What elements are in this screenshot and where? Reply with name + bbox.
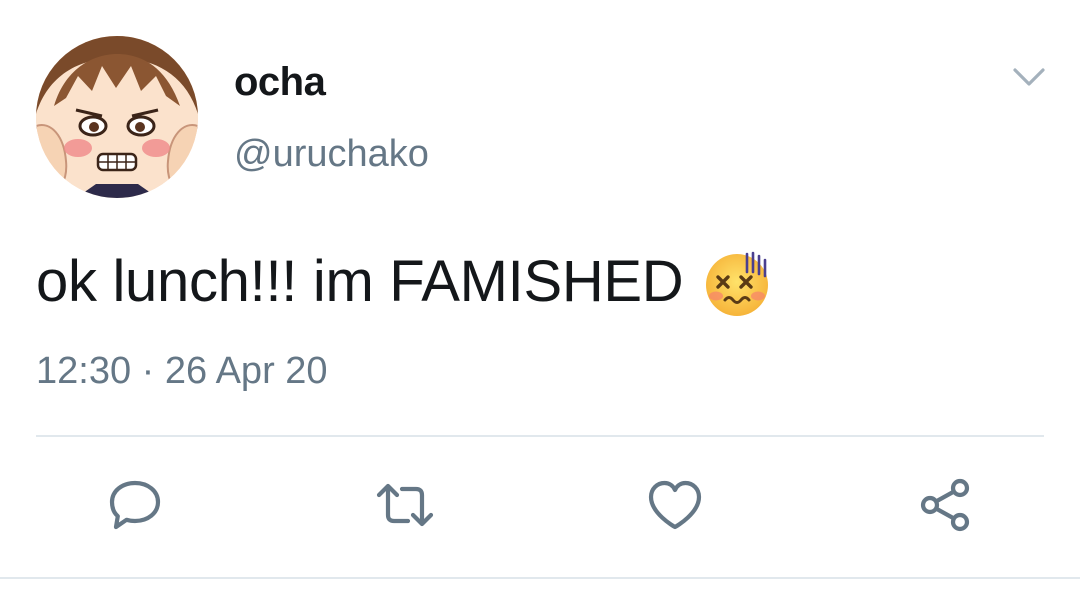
tweet-text-content: ok lunch!!! im FAMISHED [36, 249, 684, 314]
chevron-down-icon[interactable] [1008, 60, 1050, 96]
dizzy-face-icon [703, 248, 773, 318]
like-button[interactable] [640, 470, 710, 540]
share-icon [920, 478, 970, 532]
reply-button[interactable] [100, 470, 170, 540]
divider [36, 435, 1044, 437]
heart-icon [648, 480, 702, 530]
share-button[interactable] [910, 470, 980, 540]
action-bar [0, 470, 1080, 540]
avatar[interactable] [36, 36, 198, 198]
retweet-button[interactable] [370, 470, 440, 540]
tweet-detail: ocha @uruchako ok lunch!!! im FAMISHED 1… [0, 0, 1080, 597]
tweet-text: ok lunch!!! im FAMISHED [36, 246, 773, 318]
bottom-divider [0, 577, 1080, 579]
reply-icon [109, 480, 161, 530]
timestamp[interactable]: 12:30 · 26 Apr 20 [36, 347, 328, 395]
display-name[interactable]: ocha [234, 58, 326, 106]
user-handle[interactable]: @uruchako [234, 131, 429, 177]
retweet-icon [376, 483, 434, 527]
